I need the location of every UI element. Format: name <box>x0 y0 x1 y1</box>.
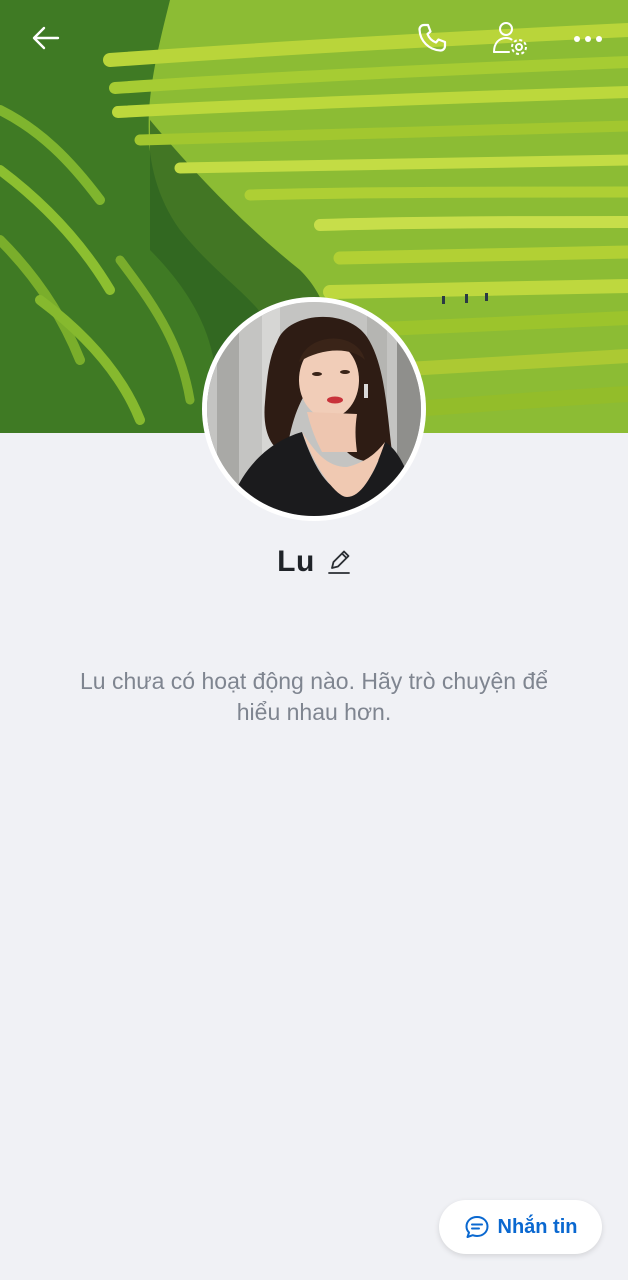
avatar[interactable] <box>202 297 426 521</box>
phone-icon <box>415 21 449 60</box>
profile-settings-button[interactable] <box>488 18 532 62</box>
pencil-icon[interactable] <box>327 549 351 575</box>
user-settings-icon <box>491 19 529 62</box>
more-button[interactable] <box>566 18 610 62</box>
message-button-label: Nhắn tin <box>497 1215 578 1238</box>
more-dots-icon <box>573 31 603 49</box>
top-bar <box>0 0 628 80</box>
chat-bubble-icon <box>464 1214 490 1240</box>
profile-name: Lu <box>277 545 315 578</box>
empty-activity-message: Lu chưa có hoạt động nào. Hãy trò chuyện… <box>79 668 549 725</box>
avatar-photo <box>207 302 421 516</box>
message-button[interactable]: Nhắn tin <box>439 1200 602 1254</box>
profile-name-row: Lu <box>0 545 628 579</box>
call-button[interactable] <box>410 18 454 62</box>
arrow-left-icon <box>30 22 62 59</box>
back-button[interactable] <box>24 18 68 62</box>
